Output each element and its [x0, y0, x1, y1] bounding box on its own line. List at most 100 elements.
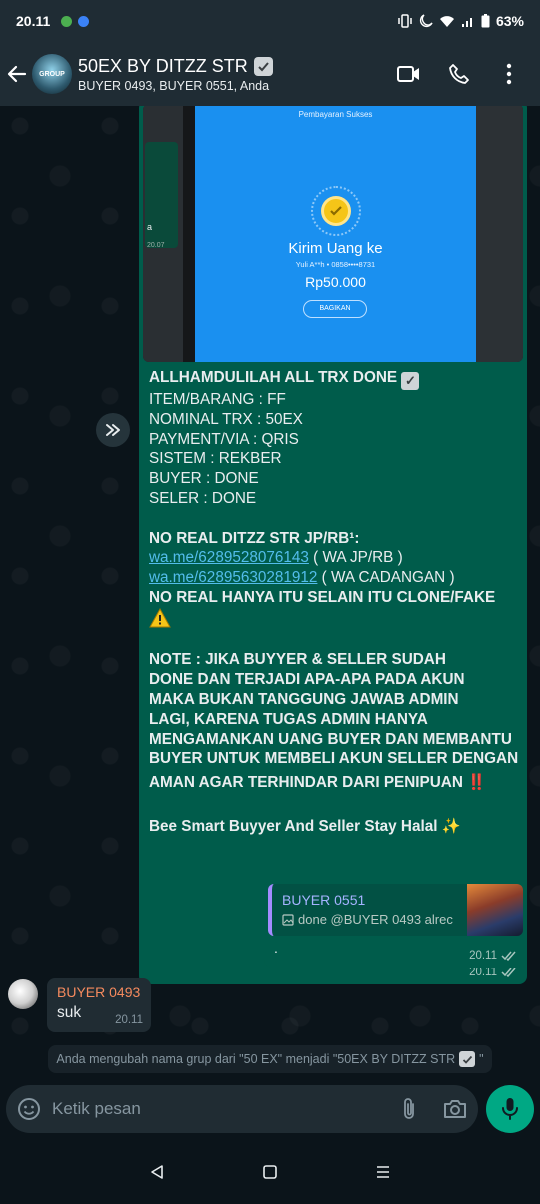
voice-record-button[interactable] [486, 1085, 534, 1133]
video-call-icon [397, 66, 419, 82]
quoted-text-row: done @BUYER 0493 alrec [282, 912, 453, 927]
link-row-1: wa.me/6289528076143 ( WA JP/RB ) [149, 548, 521, 568]
group-avatar[interactable]: GROUP [32, 54, 72, 94]
note-line-0: NOTE : JIKA BUYYER & SELLER SUDAH [149, 651, 446, 669]
message-line-0: ALLHAMDULILAH ALL TRX DONE ✓ [149, 368, 521, 390]
payment-screenshot[interactable]: a 20.07 Pembayaran Sukses Kirim Uang ke … [143, 106, 523, 362]
clone-warning: NO REAL HANYA ITU SELAIN ITU CLONE/FAKE [149, 588, 496, 606]
attach-button[interactable] [386, 1085, 432, 1133]
system-message: Anda mengubah nama grup dari "50 EX" men… [48, 1045, 492, 1073]
warning-row [149, 607, 521, 631]
emoji-icon [18, 1098, 40, 1120]
status-notification-icons [60, 15, 90, 28]
message-line-6: SELER : DONE [149, 489, 257, 507]
group-name-row: 50EX BY DITZZ STR [78, 56, 273, 77]
status-right: 63% [397, 13, 524, 29]
quoted-thumbnail [467, 884, 523, 936]
system-nav-bar [0, 1140, 540, 1204]
wa-link-1[interactable]: wa.me/6289528076143 [149, 549, 309, 566]
payment-title: Pembayaran Sukses [298, 110, 373, 119]
no-real-heading: NO REAL DITZZ STR JP/RB¹: [149, 529, 360, 547]
incoming-text: suk [57, 1004, 82, 1021]
link-2-note: ( WA CADANGAN ) [317, 569, 455, 587]
chat-header: GROUP 50EX BY DITZZ STR BUYER 0493, BUYE… [0, 42, 540, 106]
voice-call-icon [449, 64, 469, 84]
forward-button[interactable] [96, 413, 130, 447]
reply-bubble[interactable]: BUYER 0551 done @BUYER 0493 alrec . 20.1… [264, 880, 527, 968]
message-input[interactable] [52, 1085, 386, 1133]
system-message-text: Anda mengubah nama grup dari "50 EX" men… [56, 1052, 456, 1066]
quoted-text: done @BUYER 0493 alrec [298, 912, 453, 927]
incoming-sender[interactable]: BUYER 0493 [57, 984, 140, 1000]
screenshot-divider [183, 106, 195, 362]
screenshot-right-strip [476, 106, 523, 362]
payment-heading: Kirim Uang ke [288, 240, 383, 257]
wa-link-2[interactable]: wa.me/62895630281912 [149, 569, 317, 586]
composer [6, 1085, 478, 1133]
camera-button[interactable] [432, 1085, 478, 1133]
message-line-2: NOMINAL TRX : 50EX [149, 410, 303, 428]
back-button[interactable] [2, 42, 32, 106]
voice-call-button[interactable] [446, 61, 472, 87]
closing-line: Bee Smart Buyyer And Seller Stay Halal ✨ [149, 817, 461, 835]
nav-home-button[interactable] [250, 1152, 290, 1192]
note-line-4: MENGAMANKAN UANG BUYER DAN MEMBANTU [149, 730, 512, 748]
back-triangle-icon [150, 1165, 163, 1179]
message-line-3: PAYMENT/VIA : QRIS [149, 430, 299, 448]
message-bubble-outgoing[interactable]: a 20.07 Pembayaran Sukses Kirim Uang ke … [139, 106, 527, 984]
sender-avatar[interactable] [8, 979, 38, 1009]
battery-percent: 63% [495, 13, 524, 29]
header-info[interactable]: 50EX BY DITZZ STR BUYER 0493, BUYER 0551… [78, 56, 273, 93]
note-line-3: LAGI, KARENA TUGAS ADMIN HANYA [149, 710, 428, 728]
back-arrow-icon [7, 65, 27, 83]
message-text: ALLHAMDULILAH ALL TRX DONE ✓ ITEM/BARANG… [149, 368, 521, 837]
note-line-2: MAKA BUKAN TANGGUNG JAWAB ADMIN [149, 690, 459, 708]
signal-icon [461, 17, 472, 27]
status-time: 20.11 [16, 13, 51, 29]
image-icon [282, 913, 294, 926]
message-line-5: BUYER : DONE [149, 470, 259, 488]
group-members: BUYER 0493, BUYER 0551, Anda [78, 78, 270, 93]
success-coin-icon [321, 196, 351, 226]
reply-time: 20.11 [469, 950, 517, 962]
quoted-sender: BUYER 0551 [282, 892, 366, 908]
nav-recents-button[interactable] [363, 1152, 403, 1192]
message-line-4: SISTEM : REKBER [149, 450, 282, 468]
system-message-suffix: " [479, 1052, 484, 1066]
emoji-button[interactable] [6, 1085, 52, 1133]
more-options-button[interactable] [496, 61, 522, 87]
payment-amount: Rp50.000 [305, 274, 366, 290]
camera-icon [444, 1100, 466, 1118]
share-button-in-image: BAGIKAN [303, 300, 367, 318]
group-avatar-text: GROUP [39, 70, 65, 78]
app-notification-icon-2 [78, 15, 90, 27]
double-check-icon [501, 967, 516, 977]
screenshot-mini-time: 20.07 [147, 242, 165, 249]
battery-icon [481, 14, 490, 28]
nav-back-button[interactable] [137, 1152, 177, 1192]
more-options-icon [506, 63, 512, 85]
wifi-icon [439, 15, 454, 27]
group-name: 50EX BY DITZZ STR [78, 55, 248, 76]
note-line-6: AMAN AGAR TERHINDAR DARI PENIPUAN ‼️ [149, 774, 487, 792]
video-call-button[interactable] [396, 61, 422, 87]
double-exclamation-icon: ‼️ [467, 774, 487, 792]
status-bar: 20.11 63% [0, 0, 540, 42]
recents-icon [377, 1166, 390, 1178]
quoted-message[interactable]: BUYER 0551 done @BUYER 0493 alrec [268, 884, 523, 936]
note-line-5: BUYER UNTUK MEMBELI AKUN SELLER DENGAN [149, 750, 519, 768]
message-bubble-incoming[interactable]: BUYER 0493 suk 20.11 [47, 978, 151, 1032]
payment-recipient: Yuli A**h • 0858••••8731 [295, 260, 376, 269]
incoming-time: 20.11 [115, 1014, 143, 1026]
note-line-1: DONE DAN TERJADI APA-APA PADA AKUN [149, 671, 465, 689]
header-actions [396, 61, 540, 87]
check-badge-icon [253, 56, 273, 76]
check-badge-icon: ✓ [401, 372, 420, 390]
sparkles-icon: ✨ [441, 817, 461, 835]
link-row-2: wa.me/62895630281912 ( WA CADANGAN ) [149, 568, 521, 588]
screenshot-mini-text: a [147, 222, 153, 232]
chat-area[interactable]: a 20.07 Pembayaran Sukses Kirim Uang ke … [0, 106, 540, 1078]
link-1-note: ( WA JP/RB ) [308, 549, 403, 567]
payment-receipt: Pembayaran Sukses Kirim Uang ke Yuli A**… [195, 106, 476, 362]
double-check-icon [501, 951, 516, 961]
